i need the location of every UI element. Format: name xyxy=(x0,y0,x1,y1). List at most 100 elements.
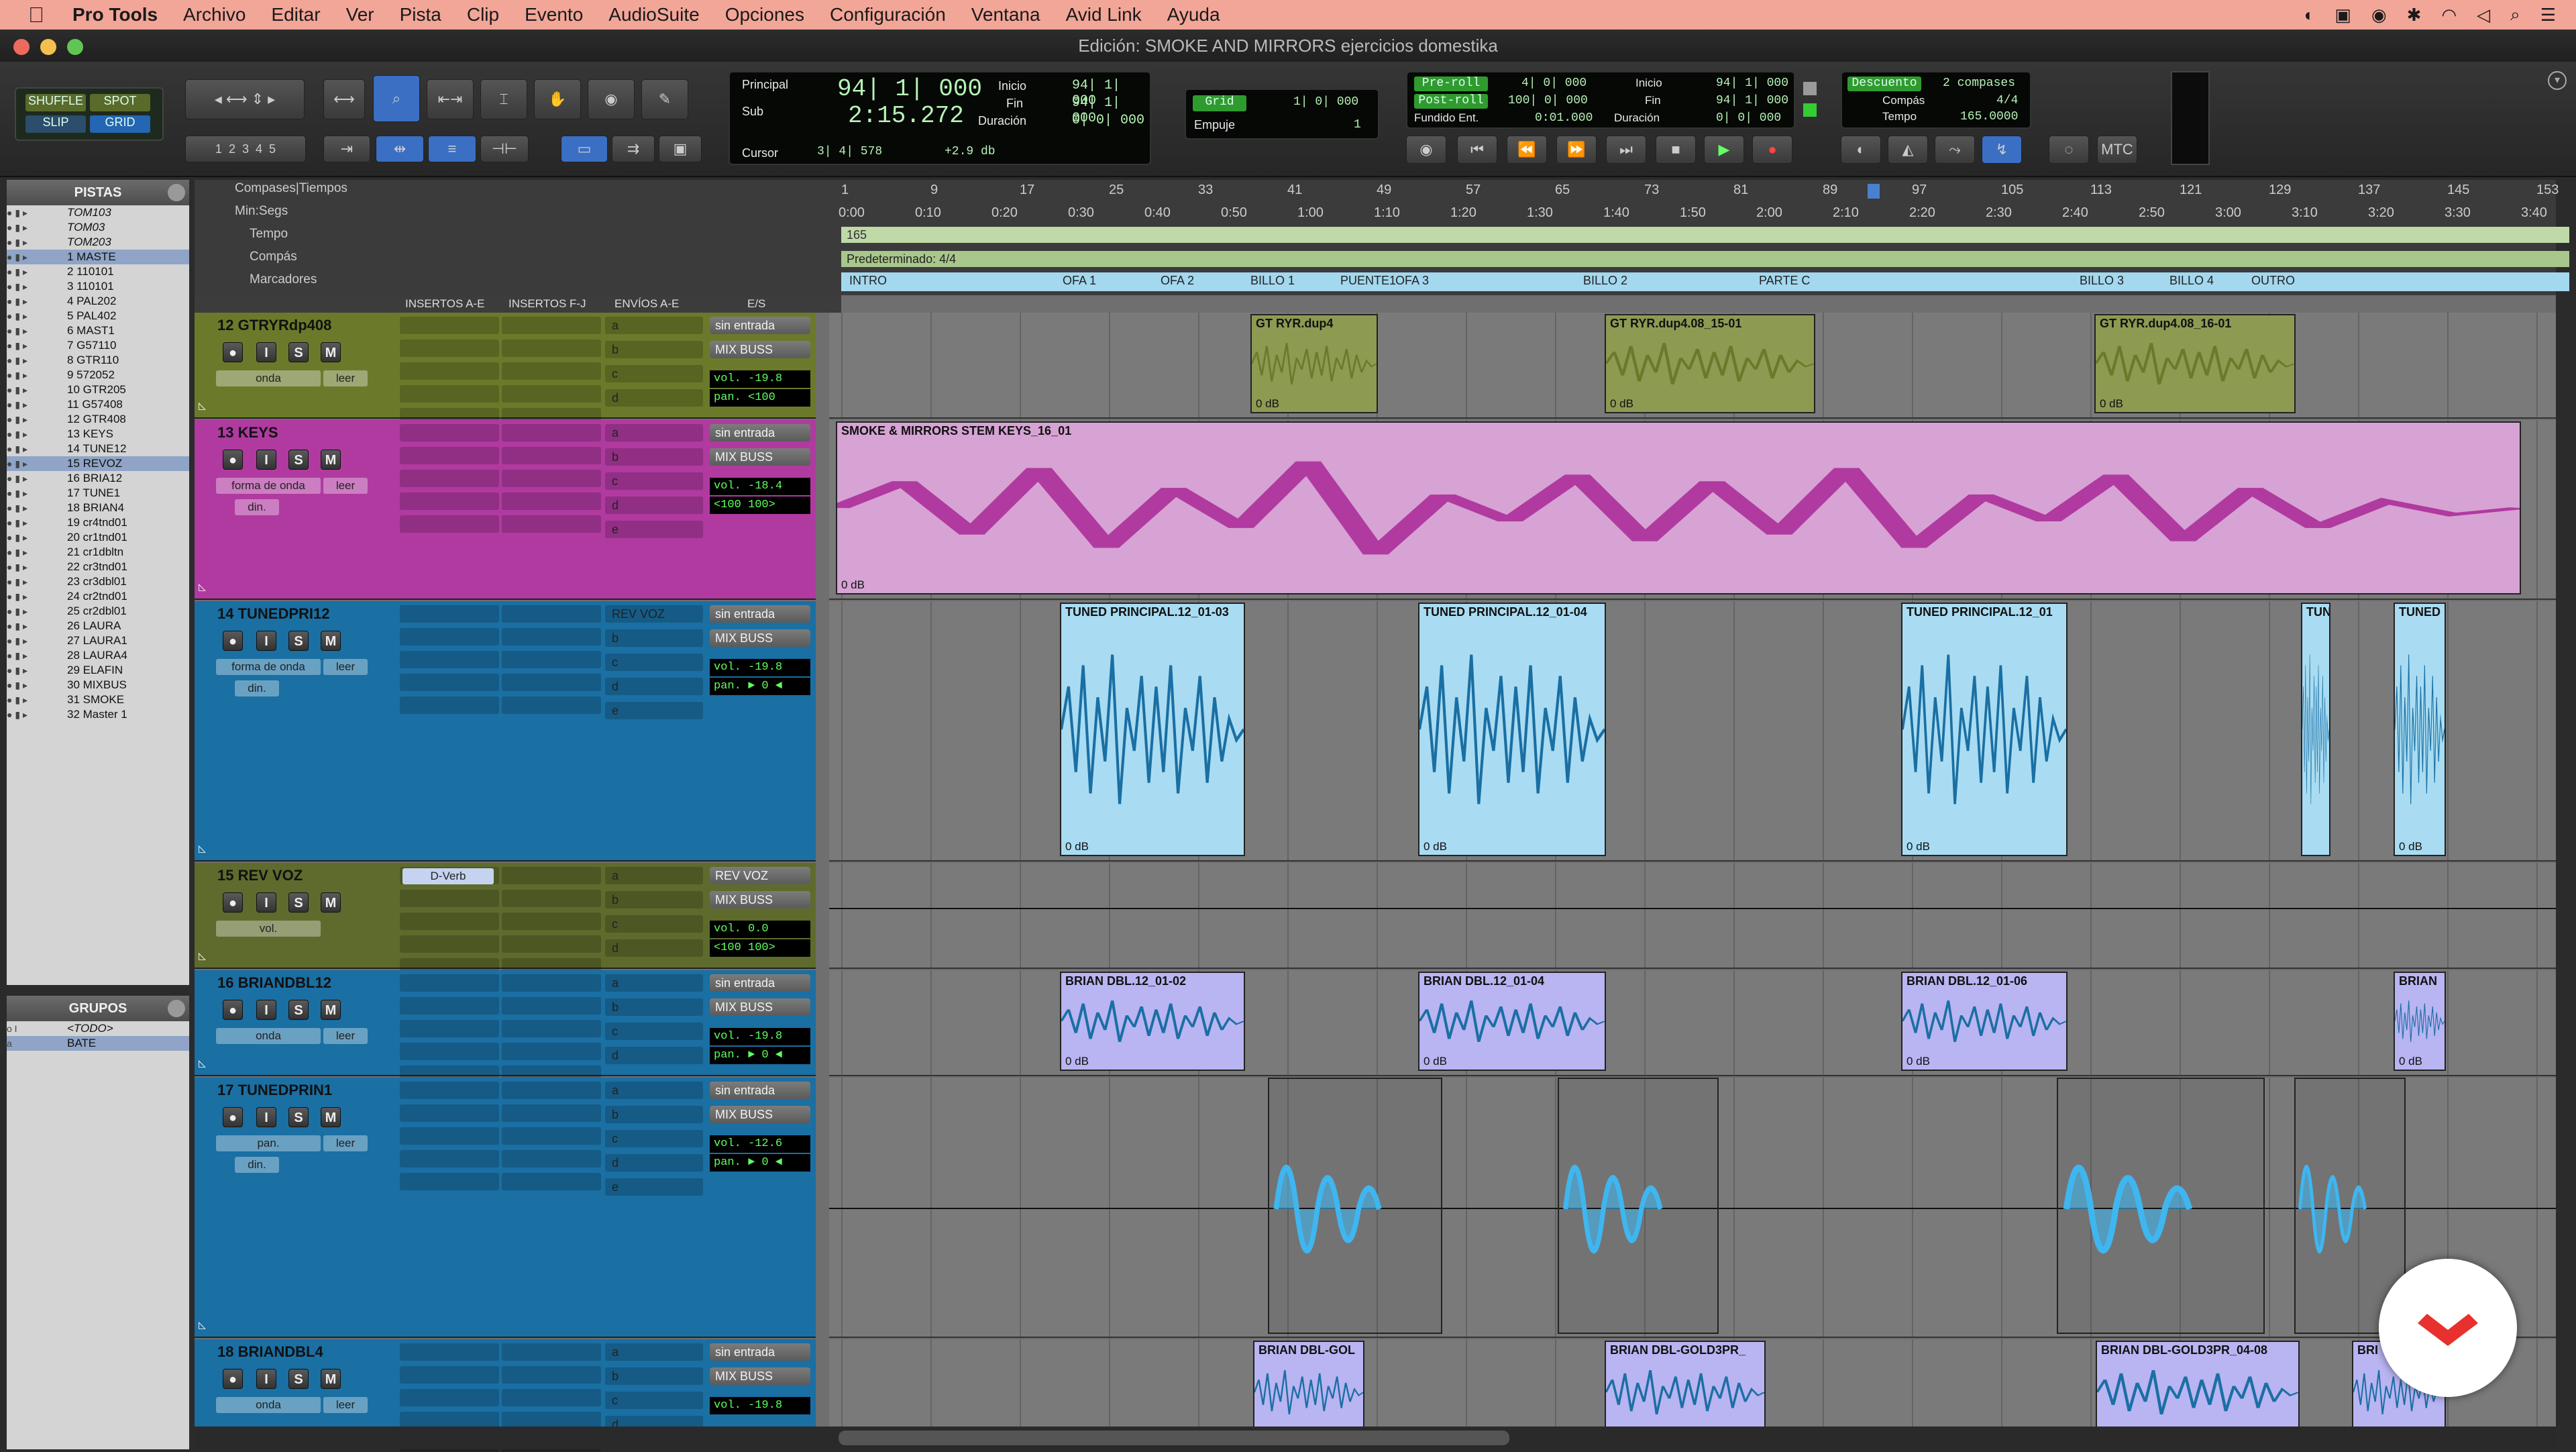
menu-ayuda[interactable]: Ayuda xyxy=(1167,4,1220,25)
mute-button[interactable]: M xyxy=(321,342,341,362)
input-selector[interactable]: sin entrada xyxy=(710,424,810,442)
marker[interactable]: OFA 1 xyxy=(1063,274,1096,291)
track-lane[interactable]: BRIAN DBL.12_01-02 0 dB BRIAN DBL.12_01-04… xyxy=(829,970,2556,1076)
insert-slot[interactable] xyxy=(502,935,601,953)
send-slot[interactable]: c xyxy=(605,472,703,490)
track-visibility-icon[interactable]: ● ▮ ▸ xyxy=(7,530,67,545)
group-item[interactable]: a BATE xyxy=(7,1036,189,1051)
insert-slot[interactable] xyxy=(400,651,499,668)
track-name[interactable]: 16 BRIANDBL12 xyxy=(217,974,331,992)
go-to-end-icon[interactable]: ⏭ xyxy=(1606,136,1646,164)
transport-inicio-value[interactable]: 94| 1| 000 xyxy=(1716,76,1788,90)
clip[interactable] xyxy=(1268,1078,1442,1334)
sync-mode-icon[interactable]: ◌ xyxy=(2049,136,2089,164)
track-visibility-icon[interactable]: ● ▮ ▸ xyxy=(7,235,67,250)
track-visibility-icon[interactable]: ● ▮ ▸ xyxy=(7,442,67,456)
insert-slot[interactable] xyxy=(400,1020,499,1037)
trim-tool-icon[interactable]: ⇤⇥ xyxy=(427,79,474,119)
input-monitor-button[interactable]: I xyxy=(256,342,276,362)
online-indicator[interactable] xyxy=(1803,82,1817,95)
track-visibility-icon[interactable]: ● ▮ ▸ xyxy=(7,309,67,323)
mute-button[interactable]: M xyxy=(321,1369,341,1389)
preroll-value[interactable]: 4| 0| 000 xyxy=(1521,76,1587,90)
input-selector[interactable]: REV VOZ xyxy=(710,867,810,884)
track-list-item[interactable]: ● ▮ ▸ 19 cr4tnd01 xyxy=(7,515,189,530)
insert-slot[interactable] xyxy=(502,1366,601,1384)
mute-button[interactable]: M xyxy=(321,1107,341,1127)
clip[interactable] xyxy=(2057,1078,2265,1334)
midi-merge-icon[interactable]: ⤳ xyxy=(1935,136,1975,164)
clip-gain[interactable]: 0 dB xyxy=(2100,397,2123,411)
insert-slot[interactable] xyxy=(400,447,499,464)
insert-slot[interactable] xyxy=(400,515,499,533)
track-visibility-icon[interactable]: ● ▮ ▸ xyxy=(7,368,67,382)
track-visibility-icon[interactable]: ● ▮ ▸ xyxy=(7,604,67,619)
track-list-item[interactable]: ● ▮ ▸ TOM203 xyxy=(7,235,189,250)
track-list-item[interactable]: ● ▮ ▸ TOM103 xyxy=(7,205,189,220)
menu-ver[interactable]: Ver xyxy=(346,4,374,25)
insert-slot[interactable] xyxy=(502,1127,601,1145)
track-list-item[interactable]: ● ▮ ▸ 9 572052 xyxy=(7,368,189,382)
pan-readout[interactable]: pan. <100 xyxy=(710,389,810,407)
search-icon[interactable]: ⌕ xyxy=(2510,4,2520,25)
track-list-item[interactable]: ● ▮ ▸ 1 MASTE xyxy=(7,250,189,264)
bluetooth-icon[interactable]: ✱ xyxy=(2407,5,2422,25)
insert-slot[interactable] xyxy=(502,385,601,403)
insert-slot[interactable] xyxy=(400,935,499,953)
track-lane[interactable]: GT RYR.dup4 0 dB GT RYR.dup4.08_15-01 0 dB G… xyxy=(829,313,2556,419)
zoom-preset-4[interactable]: 4 xyxy=(256,142,262,156)
clip-gain[interactable]: 0 dB xyxy=(2399,840,2422,853)
link-track-button[interactable]: ≡ xyxy=(428,136,476,162)
insert-slot[interactable] xyxy=(502,974,601,992)
wifi-icon[interactable]: ◠ xyxy=(2441,5,2457,25)
track-lane[interactable]: SMOKE & MIRRORS STEM KEYS_16_01 0 dB xyxy=(829,420,2556,600)
output-selector[interactable]: MIX BUSS xyxy=(710,1367,810,1385)
track-visibility-icon[interactable]: ● ▮ ▸ xyxy=(7,663,67,678)
marker[interactable]: BILLO 2 xyxy=(1583,274,1627,291)
clip[interactable]: TUNED PRINCIPAL.12_01-03 0 dB xyxy=(1060,603,1245,856)
toolbar-options-icon[interactable]: ▾ xyxy=(2548,71,2567,90)
track-visibility-icon[interactable]: ● ▮ ▸ xyxy=(7,515,67,530)
view-selector[interactable]: forma de onda xyxy=(216,659,321,675)
dynamic-transport[interactable]: din. xyxy=(235,1157,279,1173)
keyboard-focus-button[interactable]: ▭ xyxy=(561,136,608,162)
output-selector[interactable]: MIX BUSS xyxy=(710,998,810,1016)
output-selector[interactable]: MIX BUSS xyxy=(710,341,810,358)
grid-value[interactable]: 1| 0| 000 xyxy=(1293,95,1358,109)
menu-opciones[interactable]: Opciones xyxy=(725,4,804,25)
insert-slot[interactable] xyxy=(502,628,601,645)
marker[interactable]: OFA 3 xyxy=(1395,274,1429,291)
markers-ruler[interactable]: INTRO OFA 1 OFA 2 BILLO 1 PUENTE1 OFA 3 BILLO … xyxy=(841,272,2569,291)
menu-clip[interactable]: Clip xyxy=(467,4,499,25)
insert-slot[interactable] xyxy=(502,1150,601,1168)
insert-slot[interactable] xyxy=(502,997,601,1015)
track-expand-icon[interactable]: ◺ xyxy=(199,1057,211,1070)
tempo-marker[interactable]: 165 xyxy=(847,228,867,242)
view-selector[interactable]: vol. xyxy=(216,921,321,937)
marker[interactable]: PUENTE1 xyxy=(1340,274,1396,291)
input-monitor-button[interactable]: I xyxy=(256,450,276,470)
input-selector[interactable]: sin entrada xyxy=(710,974,810,992)
pan-readout[interactable]: pan. ► 0 ◄ xyxy=(710,678,810,695)
clip-gain[interactable]: 0 dB xyxy=(1065,840,1089,853)
rewind-icon[interactable]: ⏪ xyxy=(1507,136,1547,164)
track-lane[interactable]: TUNED PRINCIPAL.12_01-03 0 dB TUNED PRINCI… xyxy=(829,601,2556,862)
track-name[interactable]: 17 TUNEDPRIN1 xyxy=(217,1082,332,1099)
shuffle-mode[interactable]: SHUFFLE xyxy=(25,94,86,111)
horizontal-scrollbar[interactable] xyxy=(195,1427,2556,1449)
input-selector[interactable]: sin entrada xyxy=(710,1082,810,1099)
insert-slot[interactable] xyxy=(400,362,499,380)
pan-readout[interactable]: pan. ► 0 ◄ xyxy=(710,1047,810,1064)
insert-slot[interactable] xyxy=(502,867,601,884)
solo-button[interactable]: S xyxy=(288,342,309,362)
record-enable-button[interactable]: ● xyxy=(223,1000,243,1020)
insert-slot[interactable] xyxy=(400,1104,499,1122)
track-list-item[interactable]: ● ▮ ▸ 11 G57408 xyxy=(7,397,189,412)
insert-slot[interactable] xyxy=(400,628,499,645)
insert-slot[interactable] xyxy=(502,651,601,668)
send-slot[interactable]: b xyxy=(605,1367,703,1385)
record-enable-button[interactable]: ● xyxy=(223,342,243,362)
mute-button[interactable]: M xyxy=(321,892,341,913)
clip-gain[interactable]: 0 dB xyxy=(1065,1055,1089,1068)
insert-slot[interactable] xyxy=(400,997,499,1015)
